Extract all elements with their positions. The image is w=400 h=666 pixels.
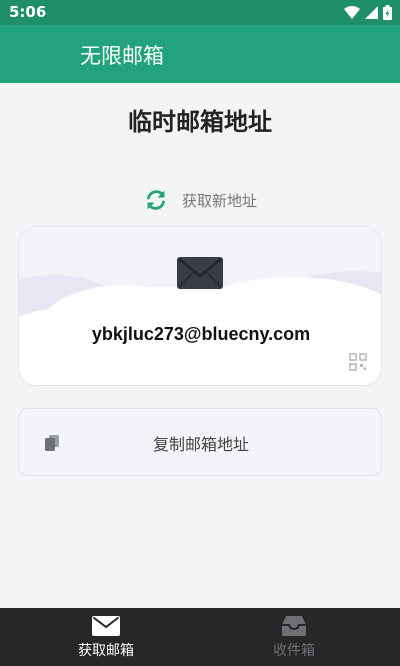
battery-icon (383, 5, 392, 20)
inbox-icon (282, 616, 306, 636)
get-new-address-button[interactable]: 获取新地址 (144, 185, 257, 215)
nav-label: 获取邮箱 (78, 643, 134, 659)
envelope-icon (177, 257, 223, 289)
bottom-nav: 获取邮箱 收件箱 (0, 608, 400, 666)
status-bar: 5:06 (0, 0, 400, 25)
email-card: ybkjluc273@bluecny.com (18, 226, 382, 386)
get-new-address-label: 获取新地址 (182, 191, 258, 210)
copy-address-button[interactable]: 复制邮箱地址 (18, 408, 382, 476)
qr-code-icon[interactable] (349, 353, 367, 371)
mail-icon (92, 616, 120, 636)
app-bar: 无限邮箱 (0, 25, 400, 83)
refresh-icon (147, 190, 165, 210)
email-address: ybkjluc273@bluecny.com (91, 324, 311, 344)
nav-tab-inbox[interactable]: 收件箱 (229, 608, 359, 666)
wifi-icon (344, 6, 360, 19)
signal-icon (365, 6, 378, 19)
app-title: 无限邮箱 (80, 44, 164, 68)
page-title: 临时邮箱地址 (128, 108, 272, 136)
copy-address-label: 复制邮箱地址 (152, 435, 249, 454)
status-icons (344, 5, 392, 20)
nav-label: 收件箱 (273, 643, 315, 659)
status-time: 5:06 (9, 3, 47, 21)
nav-tab-get-mailbox[interactable]: 获取邮箱 (41, 608, 171, 666)
